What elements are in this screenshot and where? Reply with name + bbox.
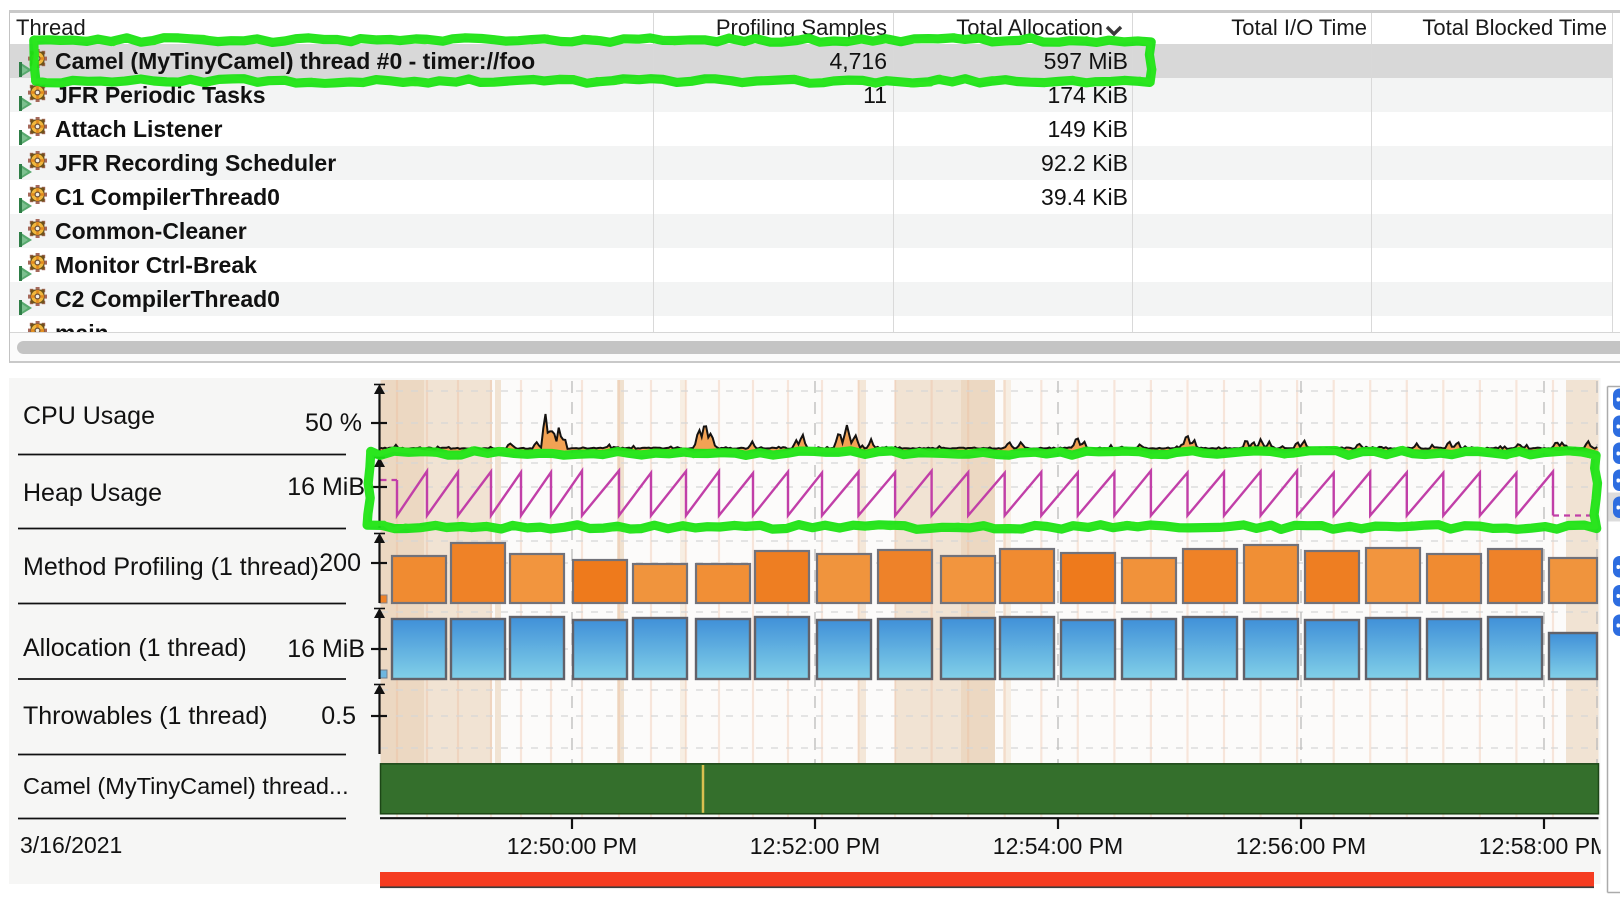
svg-text:50 %: 50 % xyxy=(305,409,362,437)
svg-text:16 MiB: 16 MiB xyxy=(287,635,365,663)
svg-text:Camel (MyTinyCamel) thread...: Camel (MyTinyCamel) thread... xyxy=(23,773,349,799)
svg-text:Heap Usage: Heap Usage xyxy=(23,479,162,507)
svg-text:Method Profiling (1 thread): Method Profiling (1 thread) xyxy=(23,553,319,581)
svg-text:12:52:00 PM: 12:52:00 PM xyxy=(750,833,880,859)
svg-text:CPU Usage: CPU Usage xyxy=(23,402,155,430)
svg-text:12:56:00 PM: 12:56:00 PM xyxy=(1236,833,1366,859)
svg-text:16 MiB: 16 MiB xyxy=(287,473,365,501)
svg-text:12:50:00 PM: 12:50:00 PM xyxy=(507,833,637,859)
svg-text:200: 200 xyxy=(319,549,361,577)
svg-text:Allocation (1 thread): Allocation (1 thread) xyxy=(23,634,247,662)
svg-text:Throwables (1 thread): Throwables (1 thread) xyxy=(23,702,268,730)
svg-text:12:58:00 PM: 12:58:00 PM xyxy=(1479,833,1609,859)
svg-text:0.5: 0.5 xyxy=(321,702,356,730)
svg-text:3/16/2021: 3/16/2021 xyxy=(20,832,122,858)
svg-text:12:54:00 PM: 12:54:00 PM xyxy=(993,833,1123,859)
